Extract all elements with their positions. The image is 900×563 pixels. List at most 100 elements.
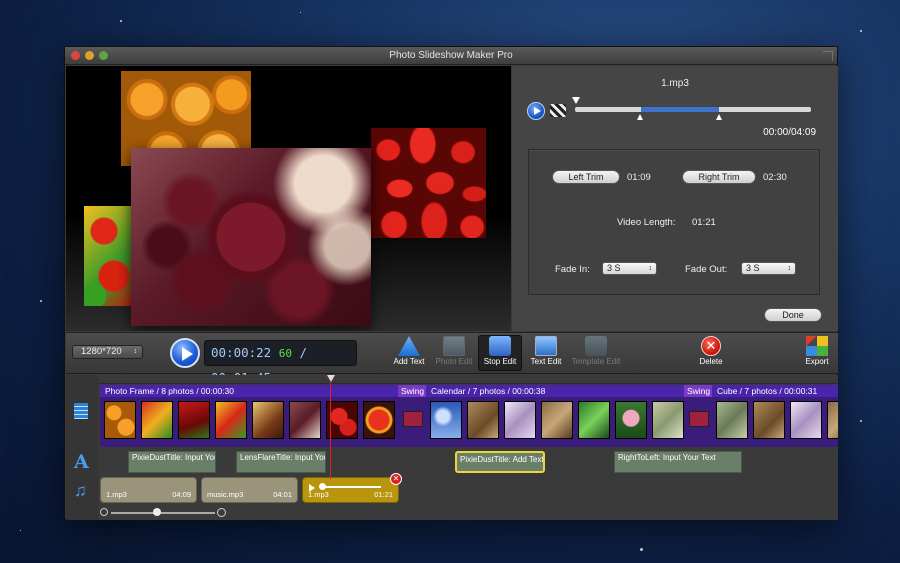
photo-thumbnail[interactable] [430, 401, 462, 439]
segment-header[interactable]: Photo Frame / 8 photos / 00:00:30 [100, 385, 398, 397]
fade-out-value: 3 S [746, 263, 760, 273]
stop-edit-label: Stop Edit [483, 357, 517, 366]
zoom-knob[interactable] [153, 508, 161, 516]
audio-trim-selection[interactable] [641, 107, 719, 112]
music-clip[interactable]: 1.mp3 04:09 [100, 477, 197, 503]
add-text-icon [398, 336, 420, 356]
template-edit-label: Template Edit [571, 357, 621, 366]
text-clip[interactable]: LensFlareTitle: Input Your [236, 451, 326, 473]
music-clip-progress-track[interactable] [321, 486, 381, 488]
playhead-handle[interactable] [327, 375, 335, 382]
fade-in-value: 3 S [607, 263, 621, 273]
star [640, 548, 643, 551]
photo-thumbnail[interactable] [790, 401, 822, 439]
resolution-select[interactable]: 1280*720 ↕ [72, 345, 143, 359]
music-clip-duration: 04:09 [172, 490, 191, 499]
photo-thumbnail[interactable] [753, 401, 785, 439]
current-time: 00:00:22 [211, 345, 272, 360]
zoom-out-icon[interactable] [100, 508, 108, 516]
music-clip-selected[interactable]: ✕ 1.mp3 01:21 [302, 473, 402, 503]
transition-header[interactable]: Swing [398, 385, 426, 397]
photo-thumbnail[interactable] [541, 401, 573, 439]
music-clip-duration: 01:21 [374, 490, 393, 499]
transition-header[interactable]: Swing [684, 385, 712, 397]
preview-photo-strawberries [371, 128, 486, 238]
photo-thumbnail[interactable] [652, 401, 684, 439]
photo-edit-button[interactable]: Photo Edit [434, 336, 474, 366]
photo-edit-icon [443, 336, 465, 356]
export-label: Export [805, 357, 829, 366]
music-clip-progress-knob[interactable] [319, 483, 326, 490]
delete-button[interactable]: ✕ Delete [694, 336, 728, 366]
fade-in-select[interactable]: 3 S ↕ [602, 262, 657, 275]
zoom-track[interactable] [111, 512, 215, 514]
text-edit-label: Text Edit [530, 357, 562, 366]
preview-canvas[interactable] [66, 66, 511, 331]
fade-out-label: Fade Out: [685, 264, 728, 275]
star [860, 420, 862, 422]
photo-thumbnail[interactable] [252, 401, 284, 439]
photo-thumbnail[interactable] [467, 401, 499, 439]
photo-thumbnail[interactable] [716, 401, 748, 439]
window-title: Photo Slideshow Maker Pro [389, 50, 513, 61]
photo-thumbnail[interactable] [289, 401, 321, 439]
stop-edit-button[interactable]: Stop Edit [478, 335, 522, 371]
audio-play-button[interactable] [527, 102, 545, 120]
photo-thumbnail[interactable] [215, 401, 247, 439]
fps-value: 60 [278, 347, 292, 360]
text-edit-button[interactable]: Text Edit [527, 336, 565, 366]
clapperboard-icon[interactable] [550, 104, 566, 117]
fullscreen-icon[interactable] [823, 51, 833, 61]
transition-thumbnail[interactable] [403, 411, 423, 427]
fade-out-select[interactable]: 3 S ↕ [741, 262, 796, 275]
audio-file-name: 1.mp3 [661, 78, 689, 89]
music-clip-duration: 04:01 [273, 490, 292, 499]
text-clip[interactable]: RightToLeft: Input Your Text [614, 451, 742, 473]
right-trim-handle[interactable] [716, 114, 722, 120]
add-text-button[interactable]: Add Text [390, 336, 428, 366]
star [300, 12, 301, 13]
left-trim-button[interactable]: Left Trim [552, 170, 620, 184]
remove-music-clip-button[interactable]: ✕ [390, 473, 402, 485]
timeline-ruler[interactable] [98, 375, 838, 384]
audio-editor-panel: 1.mp3 00:00/04:09 Left Trim 01:09 Right … [512, 66, 838, 331]
stop-edit-icon [489, 336, 511, 356]
music-note-icon: ♫ [74, 481, 87, 500]
export-button[interactable]: Export [800, 336, 834, 366]
text-clip[interactable]: PixieDustTitle: Input Your [128, 451, 216, 473]
timeline-zoom-slider[interactable] [100, 507, 240, 519]
left-trim-handle[interactable] [637, 114, 643, 120]
music-clip-name: 1.mp3 [308, 490, 329, 499]
delete-label: Delete [699, 357, 723, 366]
photo-thumbnail[interactable] [141, 401, 173, 439]
audio-playhead-handle[interactable] [572, 97, 580, 104]
star [40, 300, 42, 302]
resolution-value: 1280*720 [81, 346, 122, 357]
music-clip-name: music.mp3 [207, 490, 244, 499]
text-clip-selected[interactable]: PixieDustTitle: Add Text [455, 451, 545, 473]
music-clip[interactable]: music.mp3 04:01 [201, 477, 298, 503]
timecode-display: 00:00:22 60 / 00:01:45 [204, 340, 357, 385]
photo-track: Photo Frame / 8 photos / 00:00:30 Swing … [100, 385, 838, 447]
photo-thumbnail[interactable] [178, 401, 210, 439]
chevron-updown-icon: ↕ [787, 265, 792, 272]
photo-thumbnail[interactable] [827, 401, 838, 439]
photo-thumbnail[interactable] [615, 401, 647, 439]
star [120, 20, 122, 22]
template-edit-button[interactable]: Template Edit [568, 336, 624, 366]
photo-thumbnail[interactable] [504, 401, 536, 439]
template-edit-icon [585, 336, 607, 356]
zoom-in-icon[interactable] [217, 508, 226, 517]
right-trim-value: 02:30 [763, 172, 787, 183]
main-play-button[interactable] [170, 338, 200, 368]
photo-thumbnail[interactable] [104, 401, 136, 439]
music-clip-name: 1.mp3 [106, 490, 127, 499]
photo-thumbnail[interactable] [578, 401, 610, 439]
segment-header[interactable]: Cube / 7 photos / 00:00:31 [712, 385, 838, 397]
transition-thumbnail[interactable] [689, 411, 709, 427]
right-trim-button[interactable]: Right Trim [682, 170, 756, 184]
segment-header[interactable]: Calendar / 7 photos / 00:00:38 [426, 385, 684, 397]
done-button[interactable]: Done [764, 308, 822, 322]
text-track: PixieDustTitle: Input Your LensFlareTitl… [100, 449, 838, 475]
photo-thumbnail[interactable] [363, 401, 395, 439]
